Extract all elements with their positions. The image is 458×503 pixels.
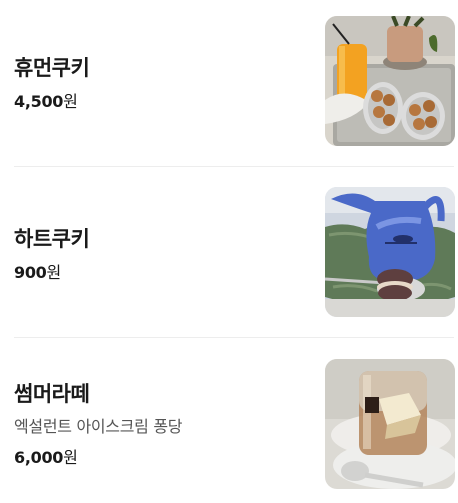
menu-item-price: 6,000원 [14, 444, 78, 468]
price-amount: 6,000 [14, 448, 64, 467]
human-cookie-photo [325, 16, 455, 146]
menu-item-human-cookie[interactable]: 휴먼쿠키 4,500원 [0, 0, 458, 166]
price-unit: 원 [46, 263, 62, 282]
price-amount: 4,500 [14, 92, 64, 111]
menu-item-name: 하트쿠키 [14, 227, 90, 251]
menu-list: 휴먼쿠키 4,500원 하트쿠키 900원 썸머라떼 엑설런트 아이스크림 퐁당… [0, 0, 458, 503]
menu-item-price: 900원 [14, 259, 61, 283]
price-amount: 900 [14, 263, 47, 282]
menu-item-price: 4,500원 [14, 88, 78, 112]
menu-item-description: 엑설런트 아이스크림 퐁당 [14, 417, 183, 436]
menu-item-heart-cookie[interactable]: 하트쿠키 900원 [0, 167, 458, 337]
price-unit: 원 [63, 92, 78, 111]
menu-item-summer-latte[interactable]: 썸머라떼 엑설런트 아이스크림 퐁당 6,000원 [0, 338, 458, 503]
summer-latte-photo [325, 359, 455, 489]
menu-item-name: 휴먼쿠키 [14, 56, 90, 80]
menu-item-name: 썸머라떼 [14, 382, 90, 406]
price-unit: 원 [63, 448, 78, 467]
heart-cookie-photo [325, 187, 455, 317]
